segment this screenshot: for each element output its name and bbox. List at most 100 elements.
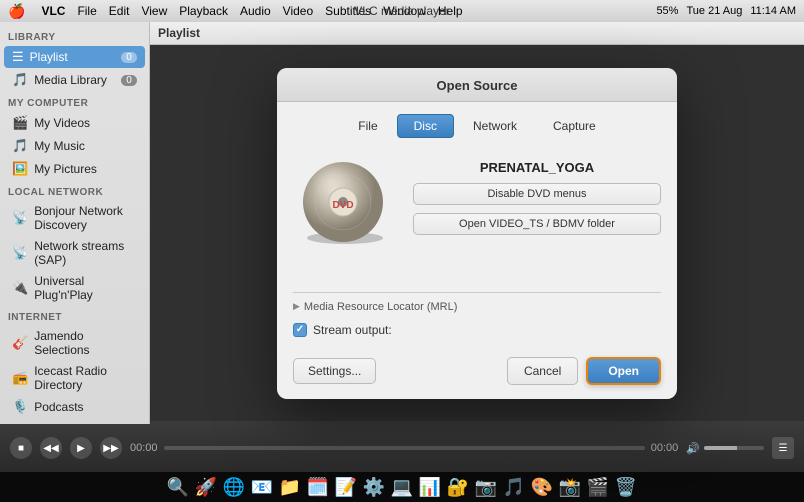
tab-network[interactable]: Network bbox=[456, 114, 534, 138]
dock-item-trash[interactable]: 🗑️ bbox=[613, 474, 639, 500]
dialog-body: File Disc Network Capture bbox=[277, 102, 677, 349]
menu-edit[interactable]: Edit bbox=[109, 4, 130, 18]
content-body: Open Source File Disc Network Capture bbox=[150, 45, 804, 421]
upnp-label: Universal Plug'n'Play bbox=[34, 274, 137, 302]
next-button[interactable]: ▶▶ bbox=[100, 437, 122, 459]
volume-bar[interactable] bbox=[704, 446, 764, 450]
playlist-toggle-button[interactable]: ☰ bbox=[772, 437, 794, 459]
main-area: LIBRARY ☰ Playlist 0 🎵 Media Library 0 M… bbox=[0, 22, 804, 424]
dock-item-terminal[interactable]: 💻 bbox=[389, 474, 415, 500]
my-pictures-label: My Pictures bbox=[34, 162, 137, 176]
dock-item-vlc[interactable]: 🎬 bbox=[585, 474, 611, 500]
tab-capture[interactable]: Capture bbox=[536, 114, 613, 138]
tab-bar: File Disc Network Capture bbox=[293, 114, 661, 138]
content-area: Playlist Open Source File Disc Network C… bbox=[150, 22, 804, 424]
time-display: 11:14 AM bbox=[750, 5, 796, 17]
window-title: VLC media player bbox=[354, 4, 449, 18]
upnp-icon: 🔌 bbox=[12, 280, 28, 296]
footer-buttons: Cancel Open bbox=[507, 357, 661, 385]
menubar: 🍎 VLC File Edit View Playback Audio Vide… bbox=[0, 0, 804, 22]
media-library-icon: 🎵 bbox=[12, 72, 28, 88]
dock-item-itunes[interactable]: 🎵 bbox=[501, 474, 527, 500]
localnetwork-section: LOCAL NETWORK bbox=[0, 181, 149, 200]
sidebar-item-upnp[interactable]: 🔌 Universal Plug'n'Play bbox=[4, 271, 145, 305]
sidebar-item-bonjour[interactable]: 📡 Bonjour Network Discovery bbox=[4, 201, 145, 235]
stream-output-row: Stream output: bbox=[293, 323, 661, 337]
playlist-badge: 0 bbox=[121, 52, 137, 63]
dock-item-safari[interactable]: 🌐 bbox=[221, 474, 247, 500]
content-header: Playlist bbox=[150, 22, 804, 45]
menu-playback[interactable]: Playback bbox=[179, 4, 228, 18]
progress-bar[interactable] bbox=[164, 446, 645, 450]
internet-section: INTERNET bbox=[0, 306, 149, 325]
mrl-label[interactable]: Media Resource Locator (MRL) bbox=[293, 301, 661, 313]
tab-file[interactable]: File bbox=[341, 114, 394, 138]
dock-item-system-prefs[interactable]: ⚙️ bbox=[361, 474, 387, 500]
bottom-controls: ■ ◀◀ ▶ ▶▶ 00:00 00:00 🔊 ☰ bbox=[0, 424, 804, 472]
dock-item-photos[interactable]: 📷 bbox=[473, 474, 499, 500]
sidebar-item-playlist[interactable]: ☰ Playlist 0 bbox=[4, 46, 145, 68]
sidebar-item-media-library[interactable]: 🎵 Media Library 0 bbox=[4, 69, 145, 91]
dock-item-finder[interactable]: 🔍 bbox=[165, 474, 191, 500]
dock-item-security[interactable]: 🔐 bbox=[445, 474, 471, 500]
play-button[interactable]: ▶ bbox=[70, 437, 92, 459]
sidebar-item-my-videos[interactable]: 🎬 My Videos bbox=[4, 112, 145, 134]
stream-output-checkbox[interactable] bbox=[293, 323, 307, 337]
sidebar: LIBRARY ☰ Playlist 0 🎵 Media Library 0 M… bbox=[0, 22, 150, 424]
disable-dvd-button[interactable]: Disable DVD menus bbox=[413, 183, 661, 205]
svg-text:DVD: DVD bbox=[332, 200, 353, 211]
library-section: LIBRARY bbox=[0, 26, 149, 45]
menu-video[interactable]: Video bbox=[283, 4, 313, 18]
dock-item-notes[interactable]: 📝 bbox=[333, 474, 359, 500]
jamendo-icon: 🎸 bbox=[12, 335, 28, 351]
sidebar-item-sap[interactable]: 📡 Network streams (SAP) bbox=[4, 236, 145, 270]
sidebar-item-my-pictures[interactable]: 🖼️ My Pictures bbox=[4, 158, 145, 180]
menu-audio[interactable]: Audio bbox=[240, 4, 271, 18]
dock-item-calendar[interactable]: 🗓️ bbox=[305, 474, 331, 500]
sidebar-item-my-music[interactable]: 🎵 My Music bbox=[4, 135, 145, 157]
sidebar-playlist-label: Playlist bbox=[30, 50, 115, 64]
media-library-label: Media Library bbox=[34, 73, 115, 87]
app-name[interactable]: VLC bbox=[41, 4, 65, 18]
disc-info: PRENATAL_YOGA Disable DVD menus Open VID… bbox=[413, 150, 661, 235]
dock-item-activity[interactable]: 📊 bbox=[417, 474, 443, 500]
bonjour-label: Bonjour Network Discovery bbox=[34, 204, 137, 232]
sidebar-item-podcasts[interactable]: 🎙️ Podcasts bbox=[4, 396, 145, 418]
icecast-label: Icecast Radio Directory bbox=[34, 364, 137, 392]
prev-button[interactable]: ◀◀ bbox=[40, 437, 62, 459]
sidebar-item-jamendo[interactable]: 🎸 Jamendo Selections bbox=[4, 326, 145, 360]
my-videos-icon: 🎬 bbox=[12, 115, 28, 131]
my-pictures-icon: 🖼️ bbox=[12, 161, 28, 177]
podcasts-label: Podcasts bbox=[34, 400, 137, 414]
settings-button[interactable]: Settings... bbox=[293, 358, 376, 384]
dialog-overlay: Open Source File Disc Network Capture bbox=[150, 45, 804, 421]
open-button[interactable]: Open bbox=[586, 357, 661, 385]
open-bdmv-button[interactable]: Open VIDEO_TS / BDMV folder bbox=[413, 213, 661, 235]
stop-button[interactable]: ■ bbox=[10, 437, 32, 459]
tab-disc[interactable]: Disc bbox=[397, 114, 454, 138]
menu-file[interactable]: File bbox=[77, 4, 96, 18]
dock-item-ps[interactable]: 🎨 bbox=[529, 474, 555, 500]
icecast-icon: 📻 bbox=[12, 370, 28, 386]
media-library-badge: 0 bbox=[121, 75, 137, 86]
dock-item-files[interactable]: 📁 bbox=[277, 474, 303, 500]
battery-status: 55% bbox=[656, 5, 678, 17]
dock-item-launchpad[interactable]: 🚀 bbox=[193, 474, 219, 500]
sidebar-item-icecast[interactable]: 📻 Icecast Radio Directory bbox=[4, 361, 145, 395]
menu-view[interactable]: View bbox=[141, 4, 167, 18]
cancel-button[interactable]: Cancel bbox=[507, 357, 578, 385]
dock-item-lr[interactable]: 📸 bbox=[557, 474, 583, 500]
volume-icon: 🔊 bbox=[686, 442, 700, 455]
apple-menu[interactable]: 🍎 bbox=[8, 3, 25, 20]
volume-area: 🔊 bbox=[686, 442, 764, 455]
dialog-title: Open Source bbox=[277, 68, 677, 102]
disc-image-container: DVD bbox=[293, 150, 393, 250]
sap-icon: 📡 bbox=[12, 245, 28, 261]
dock: 🔍 🚀 🌐 📧 📁 🗓️ 📝 ⚙️ 💻 📊 🔐 📷 🎵 🎨 📸 🎬 🗑️ bbox=[0, 472, 804, 502]
dock-item-mail[interactable]: 📧 bbox=[249, 474, 275, 500]
my-videos-label: My Videos bbox=[34, 116, 137, 130]
current-time: 00:00 bbox=[130, 442, 158, 454]
date-time: Tue 21 Aug bbox=[686, 5, 742, 17]
stream-output-label: Stream output: bbox=[313, 323, 392, 337]
mycomputer-section: MY COMPUTER bbox=[0, 92, 149, 111]
